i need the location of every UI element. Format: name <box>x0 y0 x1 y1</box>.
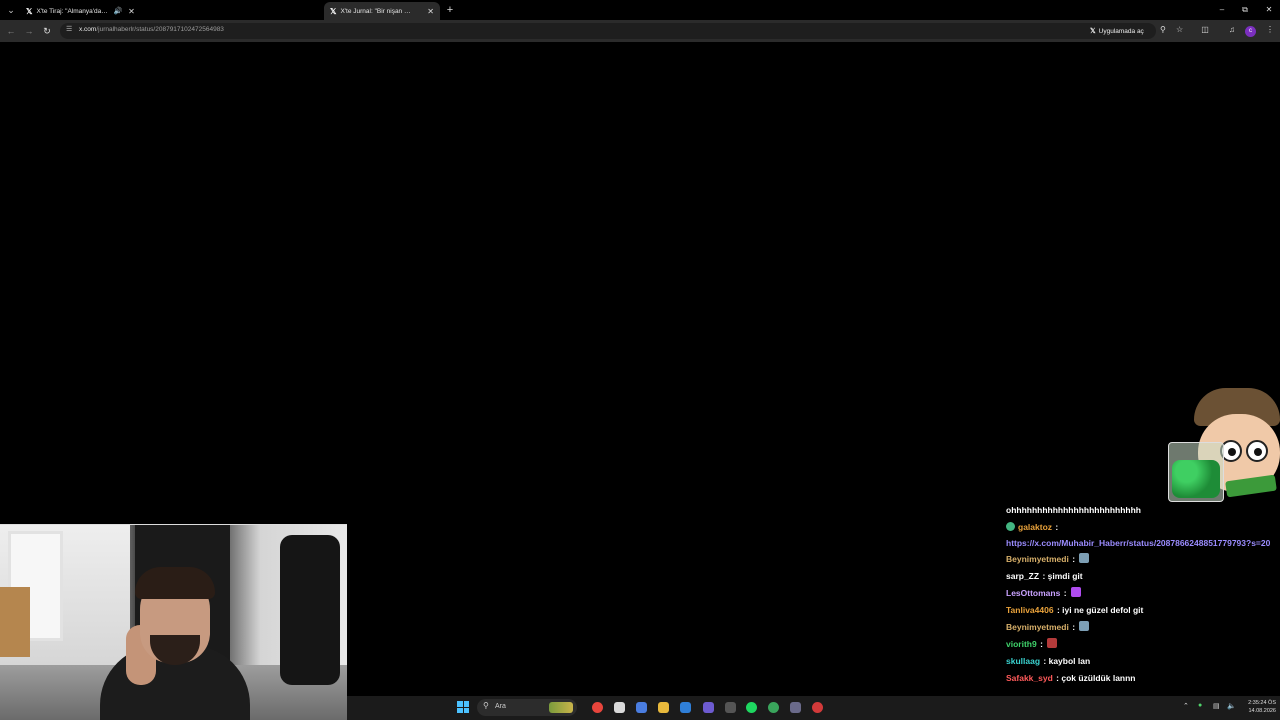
chat-separator: : <box>1053 522 1059 532</box>
chat-text: kaybol lan <box>1048 656 1091 666</box>
chat-username[interactable]: sarp_ZZ <box>1006 571 1039 581</box>
magnifier-icon[interactable]: ⚲ <box>1160 25 1166 34</box>
chat-message: Beynimyetmedi : <box>1006 551 1280 568</box>
chat-message: sarp_ZZ : şimdi git <box>1006 568 1280 585</box>
microphone-icon[interactable]: ● <box>1198 702 1202 709</box>
chat-message: galaktoz : <box>1006 519 1280 536</box>
chat-username[interactable]: galaktoz <box>1018 522 1052 532</box>
chat-username[interactable]: Beynimyetmedi <box>1006 554 1069 564</box>
network-icon[interactable]: ▤ <box>1213 702 1220 710</box>
address-bar[interactable]: ☰ x.com/jurnalhaberlr/status/20879171024… <box>60 23 1183 39</box>
minimize-icon[interactable]: – <box>1215 3 1229 17</box>
chat-username[interactable]: LesOttomans <box>1006 588 1060 598</box>
browser-toolbar: ← → ↻ ☰ x.com/jurnalhaberlr/status/20879… <box>0 20 1280 42</box>
widget-thumbnail[interactable] <box>549 702 573 713</box>
taskbar-clock[interactable]: 2:35:24 ÖS 14.08.2026 <box>1240 699 1276 715</box>
kebab-menu-icon[interactable]: ⋮ <box>1264 25 1276 34</box>
open-in-app-button[interactable]: 𝕏 Uygulamada aç <box>1090 25 1144 37</box>
discord-icon[interactable] <box>703 702 714 713</box>
media-controls-icon[interactable]: ♫ <box>1226 25 1238 34</box>
close-window-icon[interactable]: ✕ <box>1262 3 1276 17</box>
tab-strip: ⌄ 𝕏 X'te Tiraj: "Almanya'dan Tü 🔊 ✕ 𝕏 X'… <box>0 0 1280 20</box>
volume-icon[interactable]: 🔈 <box>1227 702 1236 710</box>
file-explorer-icon[interactable] <box>658 702 669 713</box>
search-icon: ⚲ <box>483 701 489 710</box>
chat-text: şimdi git <box>1047 571 1083 581</box>
url-text[interactable]: x.com/jurnalhaberlr/status/2087917102472… <box>79 26 224 33</box>
search-placeholder: Ara <box>495 703 506 710</box>
chat-separator: : <box>1069 554 1078 564</box>
chat-separator: : <box>1061 588 1069 598</box>
chat-message: LesOttomans : <box>1006 585 1280 602</box>
webcam-feed <box>0 524 347 720</box>
chat-message: Beynimyetmedi : <box>1006 619 1280 636</box>
plus-icon[interactable]: + <box>444 3 456 17</box>
chat-username[interactable]: Beynimyetmedi <box>1006 622 1069 632</box>
chat-message: Tanliva4406 : iyi ne güzel defol git <box>1006 602 1280 619</box>
obs-icon[interactable] <box>725 702 736 713</box>
x-logo-icon: 𝕏 <box>330 6 337 16</box>
chat-separator: : <box>1037 639 1046 649</box>
chat-separator: : <box>1054 605 1063 615</box>
chat-emote-icon <box>1079 621 1090 631</box>
taskbar-search[interactable]: ⚲ Ara <box>477 699 577 716</box>
chat-link[interactable]: https://x.com/Muhabir_Haberr/status/2087… <box>1006 536 1280 551</box>
chat-text: ohhhhhhhhhhhhhhhhhhhhhhhhh <box>1006 505 1141 515</box>
windows-taskbar: ⚲ Ara ⌃ ● ▤ 🔈 2:35:24 ÖS 14.08.2026 <box>347 696 1280 720</box>
chat-message: viorith9 : <box>1006 636 1280 653</box>
chat-username[interactable]: Tanliva4406 <box>1006 605 1054 615</box>
chrome-profile-icon[interactable] <box>768 702 779 713</box>
chat-text: çok üzüldük lannn <box>1061 673 1136 683</box>
tab-title: X'te Tiraj: "Almanya'dan Tü <box>36 7 109 15</box>
restore-icon[interactable]: ⧉ <box>1238 3 1252 17</box>
copilot-icon[interactable] <box>636 702 647 713</box>
profile-avatar[interactable]: c <box>1245 26 1256 37</box>
chat-message: skullaag : kaybol lan <box>1006 653 1280 670</box>
chat-username[interactable]: Safakk_syd <box>1006 673 1053 683</box>
app-icon[interactable] <box>790 702 801 713</box>
reload-icon[interactable]: ↻ <box>40 24 54 38</box>
chat-emote-icon <box>1070 587 1081 597</box>
site-info-icon[interactable]: ☰ <box>66 25 72 33</box>
chat-username[interactable]: skullaag <box>1006 656 1040 666</box>
x-logo-icon: 𝕏 <box>1090 28 1096 35</box>
arrow-right-icon[interactable]: → <box>22 24 36 38</box>
close-icon[interactable]: ✕ <box>128 7 135 16</box>
chat-emote-icon <box>1079 553 1090 563</box>
chat-separator: : <box>1041 656 1049 666</box>
chat-message: Safakk_syd : çok üzüldük lannn <box>1006 670 1280 687</box>
subscriber-badge-icon <box>1006 522 1015 531</box>
chat-message: ohhhhhhhhhhhhhhhhhhhhhhhhh <box>1006 502 1280 519</box>
chrome-icon[interactable] <box>592 702 603 713</box>
chat-username[interactable]: viorith9 <box>1006 639 1037 649</box>
chat-separator: : <box>1040 571 1048 581</box>
tab-title: X'te Jurnal: "Bir nişan merasimi <box>340 7 414 15</box>
close-icon[interactable]: ✕ <box>427 7 434 16</box>
stream-chat: ohhhhhhhhhhhhhhhhhhhhhhhhh galaktoz : htt… <box>1006 502 1280 687</box>
task-view-icon[interactable] <box>614 702 625 713</box>
edge-icon[interactable] <box>680 702 691 713</box>
mascot-emote-image <box>1168 388 1280 506</box>
windows-start-icon[interactable] <box>457 701 469 713</box>
tab-tiraj[interactable]: 𝕏 X'te Tiraj: "Almanya'dan Tü 🔊 ✕ <box>20 2 320 20</box>
chat-text: iyi ne güzel defol git <box>1062 605 1144 615</box>
spotify-icon[interactable] <box>746 702 757 713</box>
tab-jurnal[interactable]: 𝕏 X'te Jurnal: "Bir nişan merasimi ✕ <box>324 2 440 20</box>
x-logo-icon: 𝕏 <box>26 6 33 16</box>
star-icon[interactable]: ☆ <box>1176 25 1183 34</box>
chat-emote-icon <box>1047 638 1058 648</box>
puzzle-icon[interactable]: ◫ <box>1199 25 1211 34</box>
speaker-icon[interactable]: 🔊 <box>113 7 122 15</box>
arrow-left-icon[interactable]: ← <box>4 24 18 38</box>
chat-separator: : <box>1069 622 1078 632</box>
recorder-icon[interactable] <box>812 702 823 713</box>
chevron-down-icon[interactable]: ⌄ <box>4 3 18 17</box>
open-in-app-label: Uygulamada aç <box>1098 27 1144 35</box>
chevron-up-icon[interactable]: ⌃ <box>1183 702 1189 710</box>
